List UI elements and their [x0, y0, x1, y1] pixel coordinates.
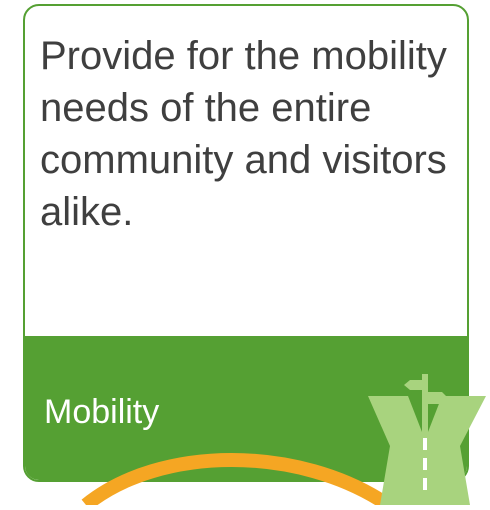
goal-statement: Provide for the mobility needs of the en… [40, 34, 447, 234]
category-label: Mobility [44, 393, 160, 431]
road-signpost-icon [360, 374, 490, 505]
